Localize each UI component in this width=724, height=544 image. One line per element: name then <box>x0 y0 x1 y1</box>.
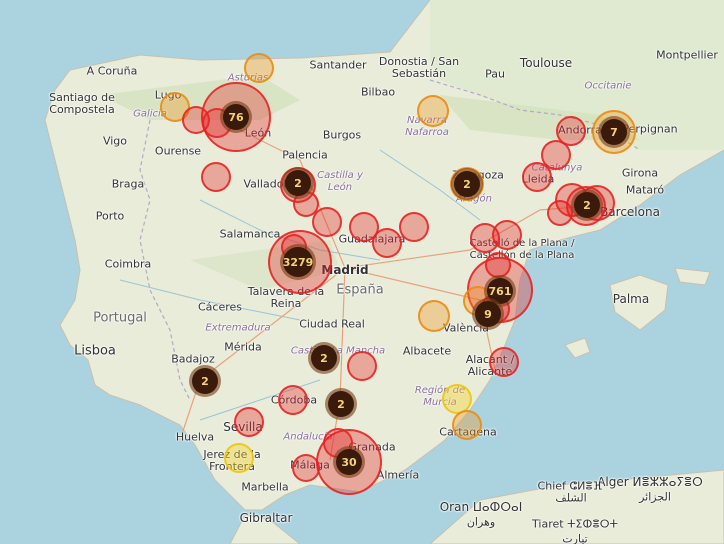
region-label: Occitanie <box>584 80 632 92</box>
map-marker[interactable] <box>372 228 402 258</box>
city-label: الشلف <box>555 491 587 505</box>
city-label: Salamanca <box>219 227 281 241</box>
country-label-portugal: Portugal <box>93 310 147 326</box>
city-label: Marbella <box>241 480 289 494</box>
map-marker[interactable] <box>292 454 320 482</box>
city-label: Cáceres <box>197 300 243 314</box>
country-label-espana: España <box>336 282 384 298</box>
region-label: Extremadura <box>205 322 271 334</box>
cluster-badge[interactable]: 2 <box>285 170 311 196</box>
city-label: الجزائر <box>639 490 671 504</box>
cluster-badge[interactable]: 76 <box>223 104 249 130</box>
city-label: Oran ⵡⴰⵀⵔⴰⵏ <box>439 500 523 514</box>
city-label: Girona <box>621 166 659 180</box>
map-marker[interactable] <box>417 95 449 127</box>
city-label: Albacete <box>402 344 452 358</box>
city-label: Burgos <box>322 128 362 142</box>
city-label: Montpellier <box>656 48 718 62</box>
city-label: Mataró <box>625 183 665 197</box>
city-label: Bilbao <box>360 85 396 99</box>
city-label: Santiago de Compostela <box>49 91 115 116</box>
city-label: Badajoz <box>171 352 215 366</box>
map-marker[interactable] <box>418 300 450 332</box>
city-label: Pau <box>485 67 505 81</box>
map-marker[interactable] <box>489 347 519 377</box>
map-marker[interactable] <box>312 207 342 237</box>
city-label: Ourense <box>154 144 202 158</box>
map-marker[interactable] <box>522 162 552 192</box>
city-label: Coimbra <box>104 257 152 271</box>
map-marker[interactable] <box>201 162 231 192</box>
cluster-badge[interactable]: 2 <box>311 345 337 371</box>
city-label: Almería <box>376 468 420 482</box>
map-marker[interactable] <box>278 385 308 415</box>
map-marker[interactable] <box>244 53 274 83</box>
city-label: Gibraltar <box>239 511 293 525</box>
map-marker[interactable] <box>234 407 264 437</box>
city-label: Santander <box>309 58 367 72</box>
city-label: Huelva <box>175 430 215 444</box>
cluster-badge[interactable]: 2 <box>192 368 218 394</box>
city-label: Palencia <box>282 148 328 162</box>
map-marker[interactable] <box>347 351 377 381</box>
cluster-badge[interactable]: 761 <box>487 278 513 304</box>
cluster-badge[interactable]: 3279 <box>283 247 313 277</box>
map-marker[interactable] <box>485 252 511 278</box>
cluster-badge[interactable]: 2 <box>454 171 480 197</box>
map-marker[interactable] <box>399 212 429 242</box>
map-marker[interactable] <box>452 410 482 440</box>
cluster-badge[interactable]: 9 <box>475 301 501 327</box>
city-label: Vigo <box>102 134 128 148</box>
city-label: Tiaret ⵜⵉⵀⴻⵔⵜ <box>532 517 618 531</box>
map-marker[interactable] <box>224 443 254 473</box>
cluster-badge[interactable]: 7 <box>601 119 627 145</box>
city-label: Lisboa <box>74 343 116 359</box>
city-label: A Coruña <box>86 64 138 78</box>
city-label: Palma <box>612 292 650 306</box>
city-label: Alger ⵍⴻⵣⵣⴰⵢⴻⵔ <box>597 475 703 489</box>
city-label: Toulouse <box>519 56 573 70</box>
cluster-badge[interactable]: 2 <box>574 192 600 218</box>
city-label: تيارت <box>562 532 588 544</box>
city-label: Porto <box>95 209 125 223</box>
city-label: Ciudad Real <box>299 317 365 331</box>
map-viewport[interactable]: Portugal España A Coruña Santiago de Com… <box>0 0 724 544</box>
city-label: Mérida <box>224 340 262 354</box>
cluster-badge[interactable]: 2 <box>328 391 354 417</box>
city-label: وهران <box>466 515 496 529</box>
cluster-badge[interactable]: 30 <box>336 449 362 475</box>
city-label: Donostia / San Sebastián <box>378 55 460 80</box>
map-marker[interactable] <box>492 220 522 250</box>
city-label: Braga <box>111 177 145 191</box>
